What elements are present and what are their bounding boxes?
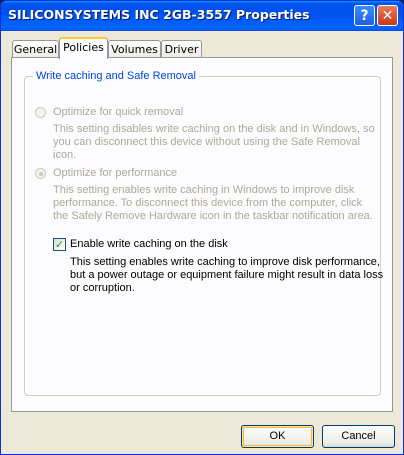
- tab-driver[interactable]: Driver: [161, 40, 202, 58]
- description-line: you can disconnect this device without u…: [53, 136, 360, 148]
- description-line: icon.: [53, 149, 77, 161]
- tab-general[interactable]: General: [12, 40, 59, 58]
- window-title: SILICONSYSTEMS INC 2GB-3557 Properties: [8, 7, 310, 22]
- help-button[interactable]: ?: [354, 5, 375, 26]
- properties-window: SILICONSYSTEMS INC 2GB-3557 Properties ?…: [0, 0, 404, 455]
- performance-radio[interactable]: [35, 168, 46, 179]
- description-line: the Safely Remove Hardware icon in the t…: [53, 210, 373, 222]
- description-line: performance. To disconnect this device f…: [53, 197, 363, 209]
- tab-volumes[interactable]: Volumes: [108, 40, 161, 58]
- description-line: This setting enables write caching to im…: [70, 256, 380, 268]
- close-button[interactable]: ✕: [377, 5, 398, 26]
- ok-button[interactable]: OK: [241, 425, 314, 448]
- description-line: This setting disables write caching on t…: [53, 123, 375, 135]
- tab-policies[interactable]: Policies: [59, 37, 108, 59]
- policies-panel: Write caching and Safe Removal Optimize …: [11, 57, 393, 412]
- write-caching-checkbox[interactable]: ✓: [53, 238, 66, 251]
- title-bar[interactable]: SILICONSYSTEMS INC 2GB-3557 Properties ?…: [1, 1, 403, 31]
- description-line: but a power outage or equipment failure …: [70, 269, 384, 281]
- cancel-button[interactable]: Cancel: [322, 425, 395, 448]
- quick-removal-label[interactable]: Optimize for quick removal: [53, 106, 183, 119]
- quick-removal-radio[interactable]: [35, 107, 46, 118]
- write-caching-label[interactable]: Enable write caching on the disk: [70, 238, 228, 251]
- write-caching-group: Optimize for quick removal This setting …: [24, 76, 384, 396]
- description-line: This setting enables write caching in Wi…: [53, 184, 355, 196]
- group-title: Write caching and Safe Removal: [33, 70, 199, 82]
- description-line: or corruption.: [70, 282, 135, 294]
- performance-label[interactable]: Optimize for performance: [53, 167, 177, 180]
